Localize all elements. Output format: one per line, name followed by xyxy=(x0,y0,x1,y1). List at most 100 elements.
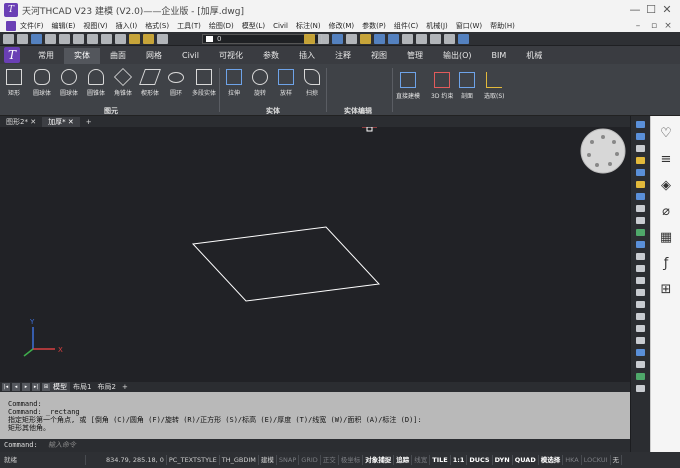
open-file-icon[interactable] xyxy=(17,33,28,44)
shell-icon[interactable] xyxy=(373,81,383,90)
print-preview-icon[interactable] xyxy=(73,33,84,44)
design-center-icon[interactable] xyxy=(416,33,427,44)
selection-button[interactable]: 选取(S) xyxy=(484,72,505,100)
tab-mechanical[interactable]: 机械 xyxy=(516,48,552,64)
tab-model[interactable]: 模型 xyxy=(50,382,70,392)
tab-home[interactable]: 常用 xyxy=(28,48,64,64)
snap-settings-icon[interactable] xyxy=(332,33,343,44)
revolve-button[interactable]: 旋转 xyxy=(252,69,268,97)
block-tool-icon[interactable] xyxy=(636,325,645,332)
orbit-tool-icon[interactable] xyxy=(636,169,645,176)
status-osnap-toggle[interactable]: 对象捕捉 xyxy=(363,455,395,465)
pyramid-button[interactable]: 角锥体 xyxy=(113,67,133,97)
status-workspace[interactable]: 建模 xyxy=(259,455,277,465)
thicken-icon[interactable] xyxy=(331,81,341,90)
attach-icon[interactable]: ⌀ xyxy=(651,204,680,220)
tab-bim[interactable]: BIM xyxy=(482,48,517,64)
layer-freeze-icon[interactable] xyxy=(143,33,154,44)
doc-tab-thicken[interactable]: 加厚* ✕ xyxy=(42,116,80,127)
lightbulb-icon[interactable] xyxy=(360,33,371,44)
tab-visualize[interactable]: 可视化 xyxy=(209,48,253,64)
sliders-icon[interactable]: ≡ xyxy=(651,152,680,168)
menu-edit[interactable]: 编辑(E) xyxy=(52,21,76,31)
direct-modeling-button[interactable]: 直接建模 xyxy=(396,72,420,100)
wedge-button[interactable]: 楔形体 xyxy=(139,69,161,97)
extract-edges-icon[interactable] xyxy=(359,81,369,90)
close-icon[interactable]: ✕ xyxy=(30,118,36,126)
render-icon[interactable] xyxy=(388,33,399,44)
print-icon[interactable] xyxy=(59,33,70,44)
line-tool-icon[interactable] xyxy=(636,253,645,260)
box-button[interactable]: 矩形 xyxy=(6,69,22,97)
save-icon[interactable] xyxy=(31,33,42,44)
help-icon[interactable] xyxy=(458,33,469,44)
polysolid-button[interactable]: 多段实体 xyxy=(192,69,216,97)
menu-dimension[interactable]: 标注(N) xyxy=(296,21,321,31)
loft-button[interactable]: 放样 xyxy=(278,69,294,97)
status-dimstyle[interactable]: TH_GBDIM xyxy=(220,455,259,465)
snap-tool-icon[interactable] xyxy=(636,205,645,212)
sphere-button[interactable]: 圆球体 xyxy=(60,69,78,97)
tab-surface[interactable]: 曲面 xyxy=(100,48,136,64)
menu-insert[interactable]: 插入(I) xyxy=(116,21,138,31)
status-lockui-toggle[interactable]: LOCKUI xyxy=(582,455,611,465)
status-polar-toggle[interactable]: 极坐标 xyxy=(339,455,364,465)
more-tool-icon[interactable] xyxy=(636,385,645,392)
slice-icon[interactable] xyxy=(373,69,383,78)
tab-insert[interactable]: 插入 xyxy=(289,48,325,64)
status-snap-toggle[interactable]: SNAP xyxy=(277,455,300,465)
match-properties-icon[interactable] xyxy=(304,33,315,44)
measure-icon[interactable] xyxy=(318,33,329,44)
move-tool-icon[interactable] xyxy=(636,289,645,296)
menu-file[interactable]: 文件(F) xyxy=(20,21,44,31)
separate-icon[interactable] xyxy=(373,94,383,103)
layer-tool-icon[interactable] xyxy=(636,133,645,140)
next-layout-button[interactable]: ▸ xyxy=(22,383,30,391)
tab-layout1[interactable]: 布局1 xyxy=(70,382,94,392)
menu-format[interactable]: 格式(S) xyxy=(145,21,169,31)
sweep-button[interactable]: 扫掠 xyxy=(304,69,320,97)
interfere-icon[interactable] xyxy=(345,81,355,90)
status-ducs-toggle[interactable]: DUCS xyxy=(467,455,493,465)
align-tool-icon[interactable] xyxy=(636,301,645,308)
layer-on-icon[interactable] xyxy=(129,33,140,44)
add-layout-button[interactable]: + xyxy=(119,383,131,391)
doc-tab-drawing2[interactable]: 图形2* ✕ xyxy=(0,117,42,127)
grid-icon[interactable] xyxy=(346,33,357,44)
new-doc-tab-button[interactable]: + xyxy=(80,118,98,126)
menu-window[interactable]: 窗口(W) xyxy=(456,21,482,31)
tab-layout2[interactable]: 布局2 xyxy=(94,382,118,392)
subtract-icon[interactable] xyxy=(345,69,355,78)
zoom-tool-icon[interactable] xyxy=(636,157,645,164)
status-lineweight-toggle[interactable]: 线宽 xyxy=(412,455,431,465)
status-hka-toggle[interactable]: HKA xyxy=(563,455,582,465)
layer-manager-icon[interactable] xyxy=(444,33,455,44)
tab-annotate[interactable]: 注释 xyxy=(325,48,361,64)
menu-draw[interactable]: 绘图(D) xyxy=(209,21,234,31)
tab-parametric[interactable]: 参数 xyxy=(253,48,289,64)
close-button[interactable]: ✕ xyxy=(652,0,680,20)
coordinate-readout[interactable]: 834.79, 285.18, 0 xyxy=(86,455,167,465)
menu-model[interactable]: 模型(L) xyxy=(242,21,265,31)
pan-tool-icon[interactable] xyxy=(636,145,645,152)
app-menu-button[interactable]: T xyxy=(4,47,20,63)
status-quad-toggle[interactable]: QUAD xyxy=(513,455,539,465)
light-tool-icon[interactable] xyxy=(636,181,645,188)
table-tool-icon[interactable] xyxy=(636,349,645,356)
status-textstyle[interactable]: PC_TEXTSTYLE xyxy=(167,455,220,465)
erase-tool-icon[interactable] xyxy=(636,361,645,368)
status-dyn-toggle[interactable]: DYN xyxy=(493,455,513,465)
tab-manage[interactable]: 管理 xyxy=(397,48,433,64)
new-file-icon[interactable] xyxy=(3,33,14,44)
tab-mesh[interactable]: 网格 xyxy=(136,48,172,64)
rectangle-shape[interactable] xyxy=(191,226,381,302)
menu-modify[interactable]: 修改(M) xyxy=(329,21,355,31)
material-tool-icon[interactable] xyxy=(636,193,645,200)
menu-civil[interactable]: Civil xyxy=(273,22,288,30)
hatch-tool-icon[interactable] xyxy=(636,313,645,320)
lightbulb-icon[interactable]: ♡ xyxy=(651,126,680,142)
status-selection-cycle[interactable]: 模选择 xyxy=(539,455,564,465)
fillet-edge-icon[interactable] xyxy=(345,94,355,103)
save-as-icon[interactable] xyxy=(45,33,56,44)
status-tile-toggle[interactable]: TILE xyxy=(430,455,451,465)
